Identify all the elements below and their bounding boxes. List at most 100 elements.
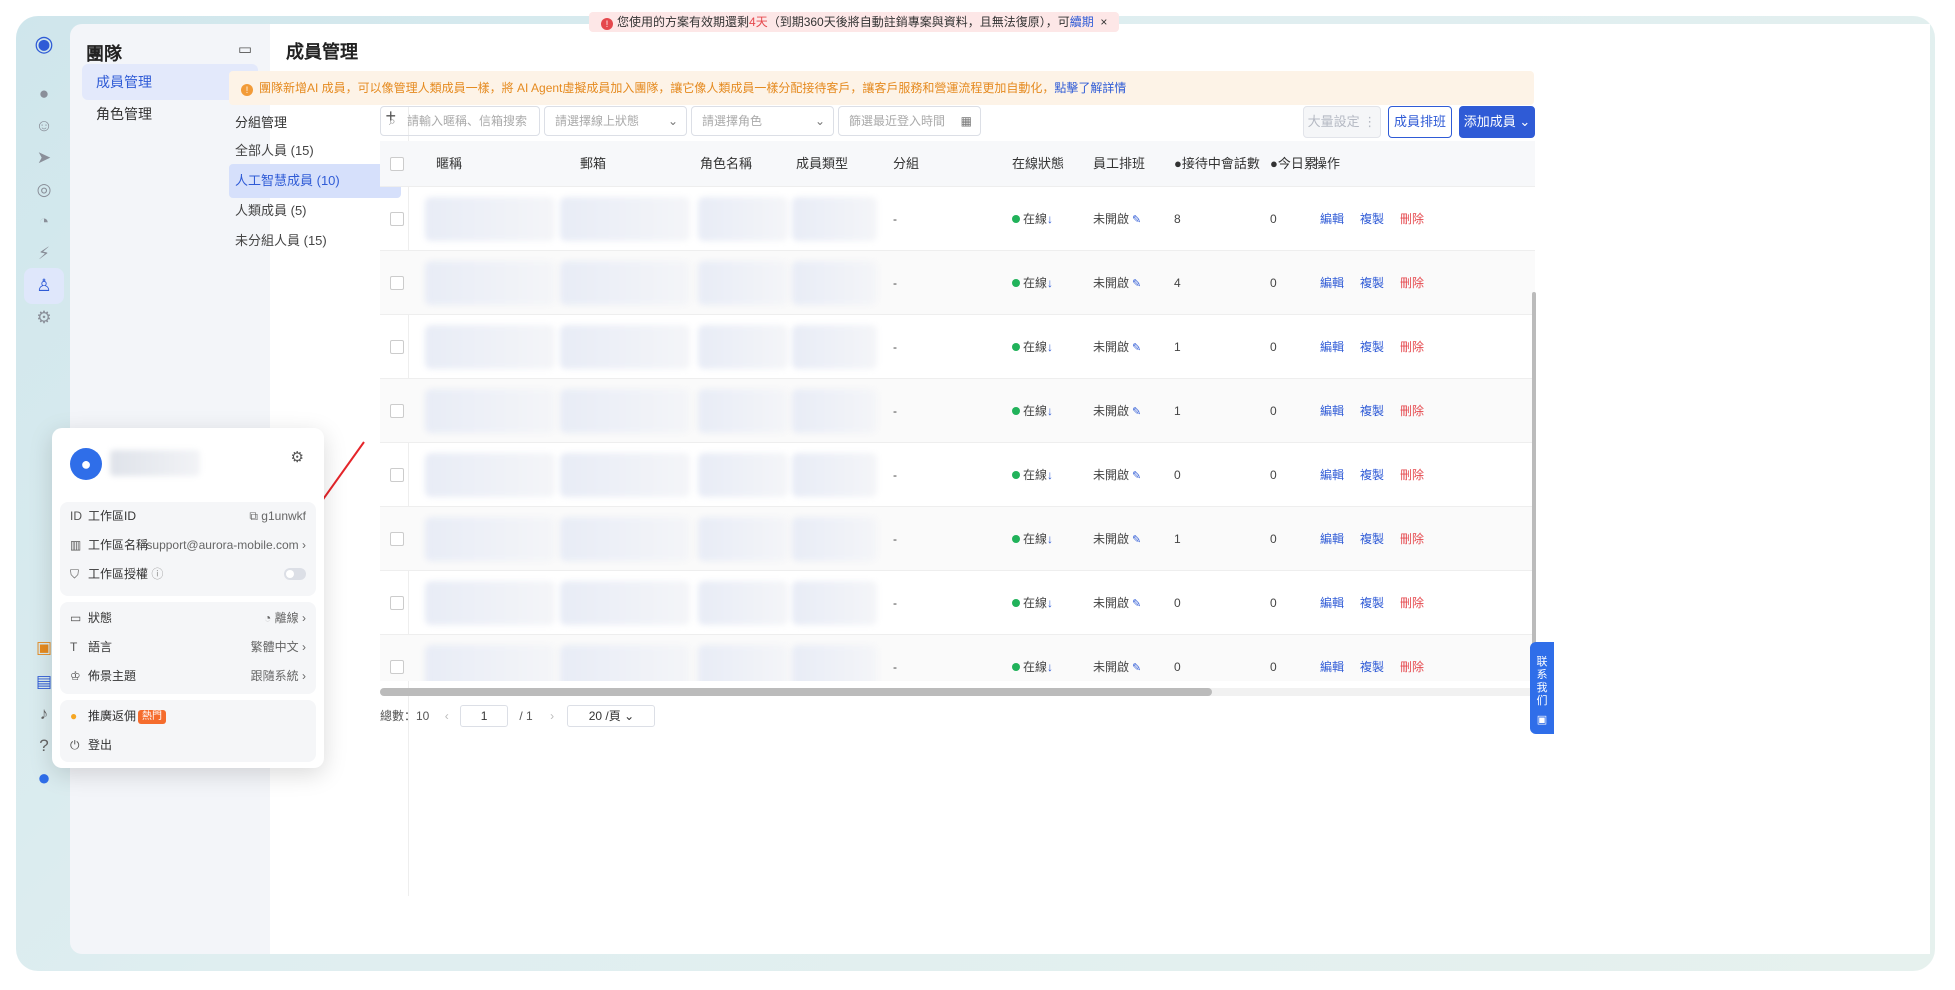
contact-us-button[interactable]: 联系我们 ▣	[1530, 642, 1554, 734]
plugin-icon[interactable]: ⚡	[24, 236, 64, 272]
status-cell[interactable]: 在線↓	[1012, 379, 1053, 443]
row-checkbox[interactable]	[390, 404, 404, 418]
gear-icon[interactable]: ⚙	[291, 448, 304, 466]
referral-row[interactable]: ● 推廣返佣 熱門	[70, 702, 306, 730]
theme-row[interactable]: ♔ 佈景主題 跟隨系統 ›	[70, 662, 306, 690]
workspace-name-row[interactable]: ▥ 工作區名稱 support@aurora-mobile.com ›	[70, 531, 306, 559]
member-schedule-button[interactable]: 成員排班	[1388, 106, 1452, 138]
robot-logo-icon[interactable]: ◉	[24, 26, 64, 62]
arrow-down-icon[interactable]: ↓	[1047, 404, 1053, 418]
delete-button[interactable]: 刪除	[1400, 507, 1424, 571]
status-row[interactable]: ▭ 狀態 ◔ 離線 ›	[70, 604, 306, 632]
workspace-auth-toggle[interactable]	[284, 568, 306, 580]
copy-button[interactable]: 複製	[1360, 187, 1384, 251]
contacts-icon[interactable]: ☺	[24, 108, 64, 144]
arrow-down-icon[interactable]: ↓	[1047, 340, 1053, 354]
status-cell[interactable]: 在線↓	[1012, 443, 1053, 507]
question-icon[interactable]: ⓘ	[151, 567, 163, 581]
arrow-down-icon[interactable]: ↓	[1047, 660, 1053, 674]
add-member-button[interactable]: 添加成員 ⌄	[1459, 106, 1535, 138]
status-cell[interactable]: 在線↓	[1012, 251, 1053, 315]
page-size-select[interactable]: 20 /頁 ⌄	[567, 705, 656, 727]
copy-button[interactable]: 複製	[1360, 443, 1384, 507]
delete-button[interactable]: 刪除	[1400, 443, 1424, 507]
copy-button[interactable]: 複製	[1360, 507, 1384, 571]
edit-button[interactable]: 編輯	[1320, 315, 1344, 379]
team-icon[interactable]: ♙	[24, 268, 64, 304]
copy-icon[interactable]: ⧉	[249, 509, 258, 523]
edit-pencil-icon[interactable]: ✎	[1132, 278, 1141, 290]
copy-button[interactable]: 複製	[1360, 251, 1384, 315]
horizontal-scrollbar[interactable]	[380, 688, 1535, 696]
status-cell[interactable]: 在線↓	[1012, 507, 1053, 571]
status-cell[interactable]: 在線↓	[1012, 187, 1053, 251]
renew-link[interactable]: 續期	[1070, 15, 1094, 29]
edit-button[interactable]: 編輯	[1320, 187, 1344, 251]
language-row[interactable]: T 語言 繁體中文 ›	[70, 633, 306, 661]
delete-button[interactable]: 刪除	[1400, 635, 1424, 681]
copy-button[interactable]: 複製	[1360, 635, 1384, 681]
group-ungrouped[interactable]: 未分組人員 (15)	[229, 224, 401, 258]
delete-button[interactable]: 刪除	[1400, 187, 1424, 251]
arrow-down-icon[interactable]: ↓	[1047, 468, 1053, 482]
delete-button[interactable]: 刪除	[1400, 571, 1424, 635]
group-ai[interactable]: 人工智慧成員 (10)	[229, 164, 401, 198]
prev-page-icon[interactable]: ‹	[445, 709, 449, 723]
arrow-down-icon[interactable]: ↓	[1047, 276, 1053, 290]
edit-pencil-icon[interactable]: ✎	[1132, 470, 1141, 482]
row-checkbox[interactable]	[390, 468, 404, 482]
edit-button[interactable]: 編輯	[1320, 251, 1344, 315]
row-checkbox[interactable]	[390, 212, 404, 226]
group-human[interactable]: 人類成員 (5)	[229, 194, 401, 228]
copy-button[interactable]: 複製	[1360, 379, 1384, 443]
edit-pencil-icon[interactable]: ✎	[1132, 662, 1141, 674]
edit-button[interactable]: 編輯	[1320, 443, 1344, 507]
delete-button[interactable]: 刪除	[1400, 379, 1424, 443]
search-input[interactable]: ⌕ 請輸入暱稱、信箱搜索	[380, 106, 540, 136]
monitor-icon[interactable]: ◎	[24, 172, 64, 208]
chart-icon[interactable]: ◔	[24, 204, 64, 240]
sidebar-collapse-icon[interactable]: ▭	[234, 38, 256, 60]
chat-icon[interactable]: ●	[24, 76, 64, 112]
edit-pencil-icon[interactable]: ✎	[1132, 534, 1141, 546]
edit-button[interactable]: 編輯	[1320, 379, 1344, 443]
row-checkbox[interactable]	[390, 532, 404, 546]
status-select[interactable]: 請選擇線上狀態 ⌄	[544, 106, 687, 136]
scroll-thumb[interactable]	[380, 688, 1212, 696]
copy-button[interactable]: 複製	[1360, 571, 1384, 635]
row-checkbox[interactable]	[390, 340, 404, 354]
delete-button[interactable]: 刪除	[1400, 251, 1424, 315]
status-cell[interactable]: 在線↓	[1012, 315, 1053, 379]
edit-pencil-icon[interactable]: ✎	[1132, 406, 1141, 418]
edit-button[interactable]: 編輯	[1320, 507, 1344, 571]
status-cell[interactable]: 在線↓	[1012, 571, 1053, 635]
copy-button[interactable]: 複製	[1360, 315, 1384, 379]
row-checkbox[interactable]	[390, 660, 404, 674]
select-all-checkbox[interactable]	[390, 157, 404, 171]
role-select[interactable]: 請選擇角色 ⌄	[691, 106, 834, 136]
row-checkbox[interactable]	[390, 276, 404, 290]
next-page-icon[interactable]: ›	[550, 709, 554, 723]
arrow-down-icon[interactable]: ↓	[1047, 532, 1053, 546]
send-icon[interactable]: ➤	[24, 140, 64, 176]
arrow-down-icon[interactable]: ↓	[1047, 212, 1053, 226]
edit-pencil-icon[interactable]: ✎	[1132, 598, 1141, 610]
group-all[interactable]: 全部人員 (15)	[229, 134, 401, 168]
status-cell[interactable]: 在線↓	[1012, 635, 1053, 681]
bulk-settings-button[interactable]: 大量設定 ⋮	[1303, 106, 1381, 138]
login-date-picker[interactable]: 篩選最近登入時間 ▦	[838, 106, 981, 136]
arrow-down-icon[interactable]: ↓	[1047, 596, 1053, 610]
logout-row[interactable]: ⏻ 登出	[70, 731, 306, 759]
close-icon[interactable]: ×	[1100, 15, 1107, 29]
settings-icon[interactable]: ⚙	[24, 300, 64, 336]
edit-pencil-icon[interactable]: ✎	[1132, 342, 1141, 354]
edit-button[interactable]: 編輯	[1320, 635, 1344, 681]
edit-button[interactable]: 編輯	[1320, 571, 1344, 635]
row-checkbox[interactable]	[390, 596, 404, 610]
page-input[interactable]: 1	[460, 705, 509, 727]
vertical-scrollbar[interactable]	[1532, 292, 1536, 672]
delete-button[interactable]: 刪除	[1400, 315, 1424, 379]
workspace-id-value[interactable]: ⧉ g1unwkf	[249, 502, 306, 530]
edit-pencil-icon[interactable]: ✎	[1132, 214, 1141, 226]
banner-link[interactable]: 點擊了解詳情	[1054, 81, 1126, 95]
